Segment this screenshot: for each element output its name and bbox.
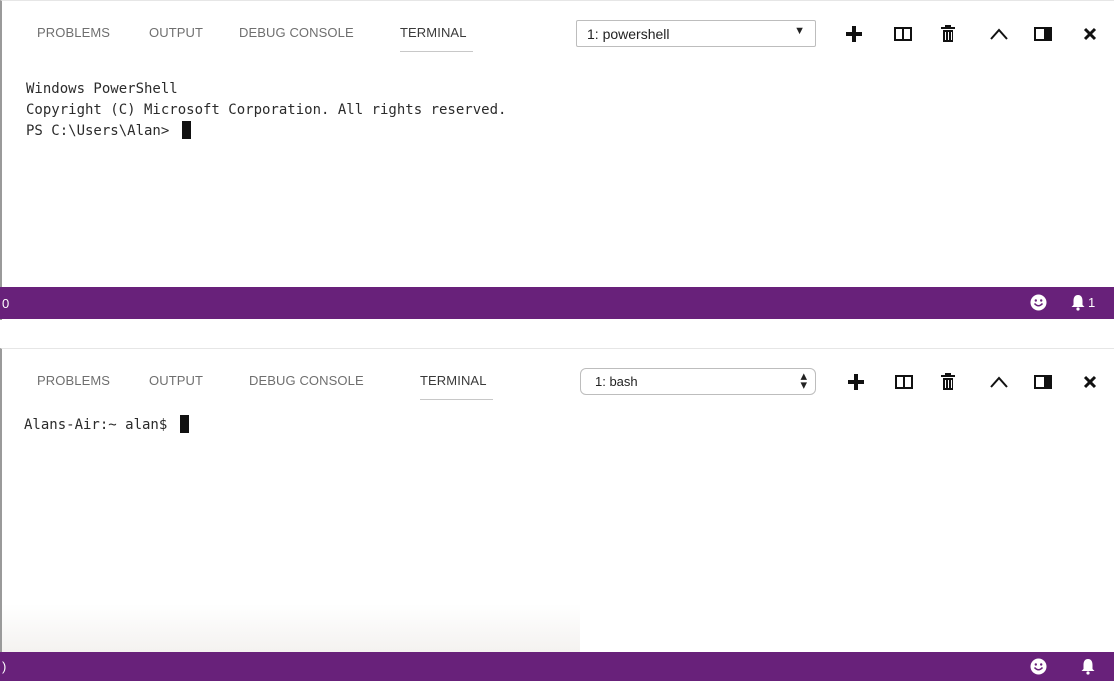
terminal-select[interactable]: 1: bash ▴ ▾ bbox=[580, 368, 816, 395]
close-panel-button[interactable] bbox=[1076, 21, 1104, 47]
maximize-panel-size-button[interactable] bbox=[985, 369, 1013, 395]
smiley-icon bbox=[1030, 294, 1047, 311]
tab-output[interactable]: OUTPUT bbox=[149, 25, 203, 40]
terminal-panel-powershell: PROBLEMS OUTPUT DEBUG CONSOLE TERMINAL 1… bbox=[0, 0, 1114, 320]
status-bar: 0 1 bbox=[0, 287, 1114, 319]
terminal-select-value: 1: bash bbox=[595, 374, 638, 389]
kill-terminal-button[interactable] bbox=[934, 21, 962, 47]
terminal-cursor bbox=[179, 415, 189, 433]
bell-icon bbox=[1081, 659, 1095, 675]
status-left-text[interactable]: ) bbox=[2, 659, 6, 674]
tab-output[interactable]: OUTPUT bbox=[149, 373, 203, 388]
terminal-prompt-line: PS C:\Users\Alan> bbox=[26, 121, 506, 142]
tab-problems[interactable]: PROBLEMS bbox=[37, 373, 110, 388]
terminal-select[interactable]: 1: powershell ▼ bbox=[576, 20, 816, 47]
close-panel-button[interactable] bbox=[1076, 369, 1104, 395]
status-left-text[interactable]: 0 bbox=[2, 296, 9, 311]
toggle-panel-position-button[interactable] bbox=[1029, 21, 1057, 47]
notification-count: 1 bbox=[1088, 295, 1096, 310]
split-terminal-button[interactable] bbox=[889, 21, 917, 47]
split-icon bbox=[894, 27, 912, 41]
terminal-output[interactable]: Alans-Air:~ alan$ bbox=[24, 415, 189, 436]
terminal-prompt-line: Alans-Air:~ alan$ bbox=[24, 415, 189, 436]
maximize-panel-icon bbox=[1034, 27, 1052, 41]
background-shade bbox=[2, 604, 580, 652]
bell-icon bbox=[1071, 295, 1085, 311]
terminal-cursor bbox=[181, 121, 191, 139]
trash-icon bbox=[941, 373, 955, 390]
maximize-panel-size-button[interactable] bbox=[985, 21, 1013, 47]
terminal-prompt: PS C:\Users\Alan> bbox=[26, 123, 178, 139]
tab-terminal[interactable]: TERMINAL bbox=[400, 25, 473, 52]
status-bar: ) bbox=[0, 652, 1114, 681]
terminal-prompt: Alans-Air:~ alan$ bbox=[24, 417, 176, 433]
new-terminal-button[interactable] bbox=[840, 21, 868, 47]
plus-icon bbox=[846, 26, 862, 42]
tab-debug-console[interactable]: DEBUG CONSOLE bbox=[239, 25, 354, 40]
separator bbox=[0, 320, 1114, 348]
smiley-icon bbox=[1030, 658, 1047, 675]
terminal-select-value: 1: powershell bbox=[587, 26, 670, 42]
split-icon bbox=[895, 375, 913, 389]
plus-icon bbox=[848, 374, 864, 390]
notifications-button[interactable] bbox=[1080, 658, 1098, 675]
trash-icon bbox=[941, 25, 955, 42]
close-icon bbox=[1083, 27, 1097, 41]
feedback-smiley-button[interactable] bbox=[1030, 294, 1047, 314]
terminal-panel-bash: PROBLEMS OUTPUT DEBUG CONSOLE TERMINAL 1… bbox=[0, 348, 1114, 681]
updown-arrow-icon: ▴ ▾ bbox=[800, 368, 807, 392]
close-icon bbox=[1083, 375, 1097, 389]
feedback-smiley-button[interactable] bbox=[1030, 658, 1047, 678]
dropdown-arrow-icon: ▼ bbox=[794, 25, 805, 37]
chevron-up-icon bbox=[990, 376, 1008, 388]
split-terminal-button[interactable] bbox=[890, 369, 918, 395]
notifications-button[interactable]: 1 bbox=[1070, 294, 1095, 311]
chevron-up-icon bbox=[990, 28, 1008, 40]
terminal-line: Copyright (C) Microsoft Corporation. All… bbox=[26, 102, 507, 118]
tab-debug-console[interactable]: DEBUG CONSOLE bbox=[249, 373, 364, 388]
kill-terminal-button[interactable] bbox=[934, 369, 962, 395]
maximize-panel-icon bbox=[1034, 375, 1052, 389]
terminal-line: Windows PowerShell bbox=[26, 81, 178, 97]
terminal-output[interactable]: Windows PowerShell Copyright (C) Microsof… bbox=[26, 79, 506, 142]
toggle-panel-position-button[interactable] bbox=[1029, 369, 1057, 395]
panel-header: PROBLEMS OUTPUT DEBUG CONSOLE TERMINAL 1… bbox=[2, 349, 1114, 401]
tab-problems[interactable]: PROBLEMS bbox=[37, 25, 110, 40]
panel-header: PROBLEMS OUTPUT DEBUG CONSOLE TERMINAL 1… bbox=[2, 1, 1114, 53]
tab-terminal[interactable]: TERMINAL bbox=[420, 373, 493, 400]
new-terminal-button[interactable] bbox=[842, 369, 870, 395]
